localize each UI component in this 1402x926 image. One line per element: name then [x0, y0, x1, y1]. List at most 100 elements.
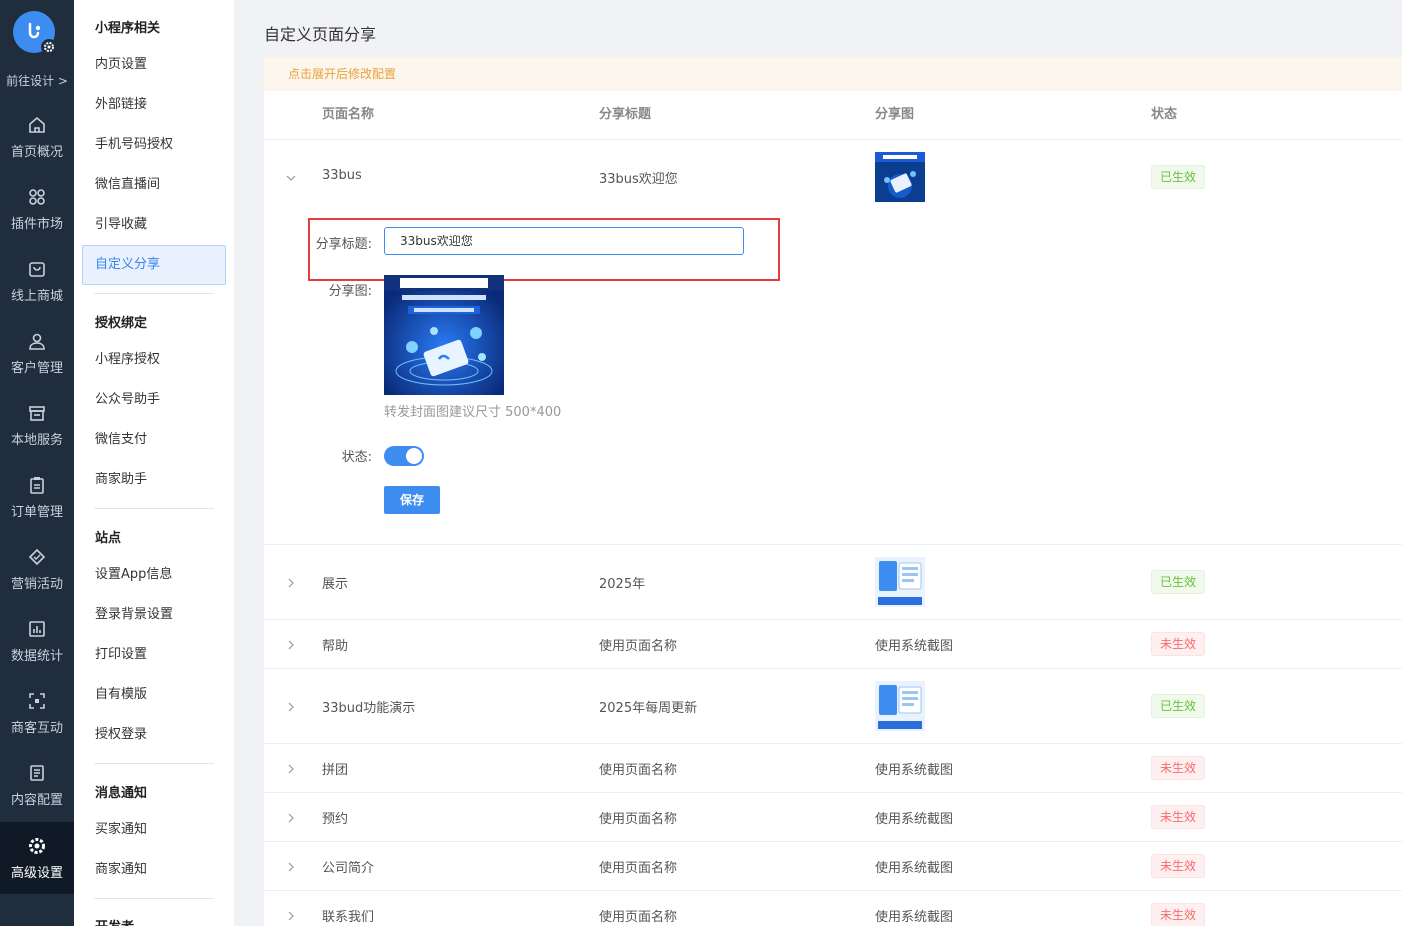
row-page-name: 33bus [322, 168, 362, 183]
divider [94, 763, 214, 764]
rail-item-home[interactable]: 首页概况 [0, 104, 74, 170]
row-page-name: 预约 [322, 812, 349, 827]
page-title: 自定义页面分享 [264, 25, 377, 44]
chevron-right-icon[interactable] [285, 701, 297, 713]
divider [94, 898, 214, 899]
sub-item-buyer-notice[interactable]: 买家通知 [82, 810, 226, 850]
rail-item-stats[interactable]: 数据统计 [0, 608, 74, 674]
share-image-thumbnail [875, 681, 925, 731]
sub-item-login-bg[interactable]: 登录背景设置 [82, 595, 226, 635]
rail-item-plugins[interactable]: 插件市场 [0, 176, 74, 242]
share-title-label: 分享标题: [315, 237, 372, 252]
rail-item-shop[interactable]: 线上商城 [0, 248, 74, 314]
sub-item-app-info[interactable]: 设置App信息 [82, 555, 226, 595]
rail-item-customers[interactable]: 客户管理 [0, 320, 74, 386]
share-image-label: 分享图: [328, 284, 372, 299]
chevron-right-icon[interactable] [285, 812, 297, 824]
scan-icon [27, 691, 47, 711]
rail-label: 内容配置 [10, 792, 63, 808]
row-edit-panel: 分享标题: 33bus欢迎您 分享图: 转发封面图建议尺寸 500*400 状态… [264, 215, 1402, 545]
table-row[interactable]: 33bus 33bus欢迎您 已生效 [264, 140, 1402, 215]
row-page-name: 拼团 [322, 763, 349, 778]
row-page-name: 帮助 [322, 639, 349, 654]
row-share-title: 使用页面名称 [599, 812, 678, 827]
table-row[interactable]: 33bud功能演示 2025年每周更新 已生效 [264, 669, 1402, 744]
rail-item-local[interactable]: 本地服务 [0, 392, 74, 458]
home-icon [27, 115, 47, 135]
save-button[interactable]: 保存 [384, 486, 440, 514]
chevron-right-icon[interactable] [285, 910, 297, 922]
sub-item-miniapp-auth[interactable]: 小程序授权 [82, 340, 226, 380]
rail-label: 营销活动 [10, 576, 63, 592]
sub-item-inner-page[interactable]: 内页设置 [82, 45, 226, 85]
share-title-input[interactable]: 33bus欢迎您 [384, 227, 744, 255]
rail-label: 数据统计 [10, 648, 63, 664]
rail-item-orders[interactable]: 订单管理 [0, 464, 74, 530]
chevron-right-icon[interactable] [285, 763, 297, 775]
chevron-right-icon[interactable] [285, 639, 297, 651]
rail-item-advanced[interactable]: 高级设置 [0, 822, 74, 894]
order-icon [27, 475, 47, 495]
sub-item-mp-assistant[interactable]: 公众号助手 [82, 380, 226, 420]
row-share-image-text: 使用系统截图 [875, 763, 954, 778]
sub-item-custom-share[interactable]: 自定义分享 [82, 245, 226, 285]
chevron-right-icon[interactable] [285, 861, 297, 873]
status-badge: 未生效 [1151, 903, 1206, 926]
sub-item-favorite-guide[interactable]: 引导收藏 [82, 205, 226, 245]
sub-item-external-link[interactable]: 外部链接 [82, 85, 226, 125]
sub-item-auth-login[interactable]: 授权登录 [82, 715, 226, 755]
share-image-upload[interactable] [384, 275, 504, 395]
app-logo[interactable] [13, 11, 57, 55]
row-page-name: 33bud功能演示 [322, 701, 416, 716]
sub-item-phone-auth[interactable]: 手机号码授权 [82, 125, 226, 165]
row-page-name: 展示 [322, 577, 349, 592]
table-row[interactable]: 公司简介 使用页面名称 使用系统截图 未生效 [264, 842, 1402, 891]
marketing-icon [27, 547, 47, 567]
sub-item-merchant-notice[interactable]: 商家通知 [82, 850, 226, 890]
plugin-icon [27, 187, 47, 207]
col-header-share-title: 分享标题 [599, 107, 652, 122]
chevron-right-icon[interactable] [285, 577, 297, 589]
goto-design-link[interactable]: 前往设计 > [0, 72, 74, 89]
sub-item-own-template[interactable]: 自有模版 [82, 675, 226, 715]
group-title: 消息通知 [95, 786, 148, 801]
col-header-page-name: 页面名称 [322, 107, 375, 122]
sub-item-live-room[interactable]: 微信直播间 [82, 165, 226, 205]
row-share-image-text: 使用系统截图 [875, 639, 954, 654]
gear-icon [27, 836, 47, 856]
gear-badge-icon [41, 39, 57, 55]
main-content: 自定义页面分享 点击展开后修改配置 页面名称 分享标题 分享图 状态 33bus… [234, 0, 1402, 926]
rail-item-content[interactable]: 内容配置 [0, 752, 74, 818]
table-row[interactable]: 拼团 使用页面名称 使用系统截图 未生效 [264, 744, 1402, 793]
status-toggle[interactable] [384, 446, 424, 466]
sub-item-wechat-pay[interactable]: 微信支付 [82, 420, 226, 460]
share-image-thumbnail [875, 557, 925, 607]
status-badge: 未生效 [1151, 756, 1206, 780]
group-title: 站点 [95, 531, 122, 546]
row-share-image-text: 使用系统截图 [875, 812, 954, 827]
group-title: 开发者 [95, 916, 134, 926]
row-page-name: 联系我们 [322, 910, 375, 925]
rail-item-interaction[interactable]: 商客互动 [0, 680, 74, 746]
row-share-title: 使用页面名称 [599, 861, 678, 876]
user-icon [27, 331, 47, 351]
table-row[interactable]: 帮助 使用页面名称 使用系统截图 未生效 [264, 620, 1402, 669]
rail-label: 订单管理 [10, 504, 63, 520]
status-badge: 未生效 [1151, 805, 1206, 829]
icon-rail: 前往设计 > 首页概况 插件市场 线上商城 客户管理 本地服务 订单管理 营销活… [0, 0, 74, 926]
table-row[interactable]: 预约 使用页面名称 使用系统截图 未生效 [264, 793, 1402, 842]
col-header-status: 状态 [1151, 107, 1178, 122]
chevron-down-icon[interactable] [285, 172, 297, 184]
table-row[interactable]: 联系我们 使用页面名称 使用系统截图 未生效 [264, 891, 1402, 926]
notice-bar: 点击展开后修改配置 [264, 57, 1402, 91]
table-row[interactable]: 展示 2025年 已生效 [264, 545, 1402, 620]
status-label: 状态: [341, 450, 372, 465]
sub-item-merchant-assistant[interactable]: 商家助手 [82, 460, 226, 500]
rail-label: 插件市场 [10, 216, 63, 232]
rail-item-marketing[interactable]: 营销活动 [0, 536, 74, 602]
rail-label: 高级设置 [10, 865, 63, 881]
row-share-title: 2025年 [599, 577, 646, 592]
settings-submenu: 小程序相关 内页设置 外部链接 手机号码授权 微信直播间 引导收藏 自定义分享 … [74, 0, 234, 926]
sub-item-print[interactable]: 打印设置 [82, 635, 226, 675]
store-icon [27, 403, 47, 423]
